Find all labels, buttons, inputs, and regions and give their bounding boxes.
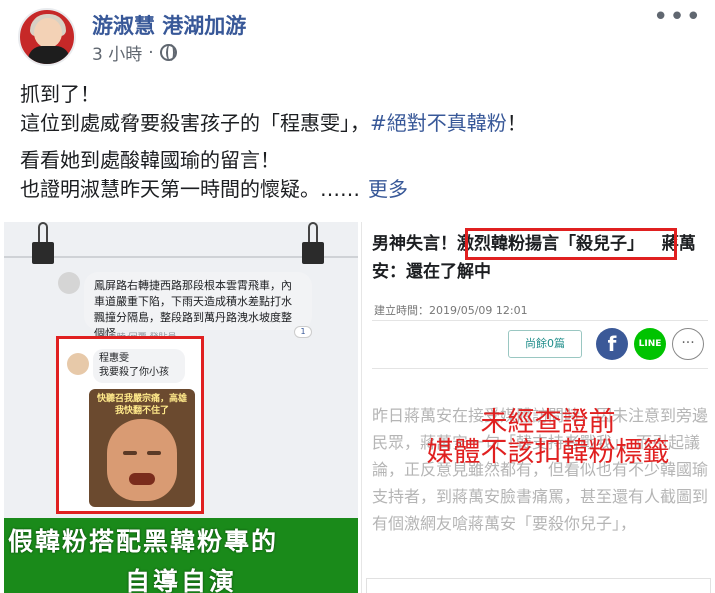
banner-line-1: 假韓粉搭配黑韓粉專的 bbox=[8, 527, 279, 556]
globe-icon[interactable] bbox=[159, 44, 177, 61]
comment-bubble: 鳳屏路右轉捷西路那段根本雲霄飛車，內車道嚴重下陷，下雨天造成積水差點打水飄撞分隔… bbox=[84, 272, 312, 340]
see-more-link[interactable]: 更多 bbox=[368, 177, 408, 201]
post-body: 抓到了！ 這位到處威脅要殺害孩子的「程惠雯」，#絕對不真韓粉！ 看看她到處酸韓國… bbox=[20, 80, 700, 212]
post-line-2-suffix: ！ bbox=[506, 111, 527, 135]
overlay-caption: 未經查證前 媒體不該扣韓粉標籤 bbox=[398, 408, 698, 468]
meme-mouth bbox=[129, 473, 155, 485]
post-line-2-prefix: 這位到處威脅要殺害孩子的「程惠雯」， bbox=[20, 111, 370, 135]
photo-right[interactable]: 男神失言！激烈韓粉揚言「殺兒子」 蔣萬安：還在了解中 建立時間：2019/05/… bbox=[361, 222, 714, 593]
commenter-avatar bbox=[67, 353, 89, 375]
highlight-frame: 程惠雯 我要殺了你小孩 快聽召我嚴宗痛，高雄我快翻不住了 bbox=[56, 336, 204, 514]
avatar-body bbox=[28, 46, 70, 64]
author-avatar[interactable] bbox=[18, 8, 76, 66]
binder-clip-icon bbox=[30, 222, 56, 266]
article-date: 建立時間：2019/05/09 12:01 bbox=[374, 304, 528, 317]
post-line-1: 抓到了！ bbox=[20, 82, 100, 106]
commenter-name: 程惠雯 bbox=[99, 353, 129, 364]
author-name[interactable]: 游淑慧 港湖加游 bbox=[92, 10, 246, 40]
meme-image: 快聽召我嚴宗痛，高雄我快翻不住了 bbox=[89, 389, 195, 507]
line-icon[interactable]: LINE bbox=[634, 328, 666, 360]
more-options-icon[interactable]: ••• bbox=[653, 2, 702, 32]
post-line-2: 這位到處威脅要殺害孩子的「程惠雯」，#絕對不真韓粉！ bbox=[20, 109, 700, 138]
more-share-icon[interactable]: ··· bbox=[672, 328, 704, 360]
share-count-button[interactable]: 尚餘0篇 bbox=[508, 330, 582, 358]
post-line-4-text: 也證明淑慧昨天第一時間的懷疑。…… bbox=[20, 177, 360, 201]
commenter-avatar bbox=[58, 272, 80, 294]
post-header: 游淑慧 港湖加游 3 小時 · ••• bbox=[18, 2, 708, 68]
post-line-4: 也證明淑慧昨天第一時間的懷疑。…… 更多 bbox=[20, 175, 700, 204]
banner-line-2: 自導自演 bbox=[124, 567, 237, 593]
divider bbox=[372, 368, 708, 369]
title-highlight-box bbox=[465, 228, 677, 260]
post-line-3: 看看她到處酸韓國瑜的留言！ bbox=[20, 148, 280, 172]
facebook-icon[interactable]: f bbox=[596, 328, 628, 360]
next-card-edge bbox=[366, 578, 711, 593]
meme-caption: 快聽召我嚴宗痛，高雄我快翻不住了 bbox=[96, 394, 187, 416]
photo-left[interactable]: 鳳屏路右轉捷西路那段根本雲霄飛車，內車道嚴重下陷，下雨天造成積水差點打水飄撞分隔… bbox=[4, 222, 358, 593]
post-time[interactable]: 3 小時 bbox=[92, 40, 142, 65]
threat-comment: 程惠雯 我要殺了你小孩 bbox=[93, 349, 185, 383]
hashtag-link[interactable]: #絕對不真韓粉 bbox=[370, 111, 507, 135]
meme-eye bbox=[147, 451, 161, 455]
meme-eye bbox=[123, 451, 137, 455]
comment-text: 我要殺了你小孩 bbox=[99, 367, 169, 378]
overlay-line-1: 未經查證前 bbox=[480, 407, 616, 438]
post-meta: 3 小時 · bbox=[92, 40, 177, 65]
title-part-1: 男神失言！ bbox=[372, 234, 457, 254]
reaction-count: 1 bbox=[294, 326, 312, 338]
photo-grid: 鳳屏路右轉捷西路那段根本雲霄飛車，內車道嚴重下陷，下雨天造成積水差點打水飄撞分隔… bbox=[4, 222, 714, 593]
divider bbox=[372, 320, 708, 321]
binder-clip-icon bbox=[300, 222, 326, 266]
avatar-face bbox=[34, 18, 62, 48]
meta-separator: · bbox=[148, 42, 154, 63]
overlay-line-2: 媒體不該扣韓粉標籤 bbox=[426, 437, 670, 468]
meme-face bbox=[107, 419, 177, 501]
